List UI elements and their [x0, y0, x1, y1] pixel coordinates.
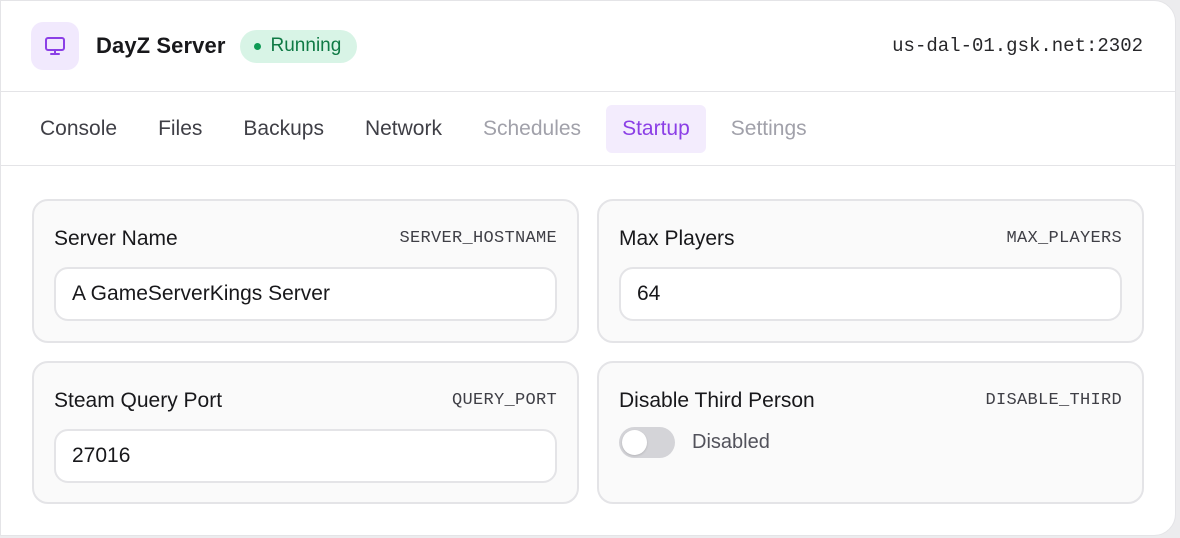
- server-name-input[interactable]: [54, 267, 557, 321]
- tab-network[interactable]: Network: [349, 105, 458, 153]
- server-name-card: Server Name SERVER_HOSTNAME: [32, 199, 579, 343]
- status-dot-icon: [253, 42, 261, 50]
- card-title: Steam Query Port: [54, 388, 223, 412]
- page-title: DayZ Server: [96, 33, 226, 58]
- server-window: DayZ Server Running us-dal-01.gsk.net:23…: [0, 0, 1176, 536]
- max-players-input[interactable]: [619, 267, 1122, 321]
- tab-schedules[interactable]: Schedules: [467, 105, 597, 153]
- server-address: us-dal-01.gsk.net:2302: [892, 35, 1143, 57]
- query-port-input[interactable]: [54, 429, 557, 483]
- status-badge: Running: [239, 29, 358, 63]
- tab-settings[interactable]: Settings: [715, 105, 823, 153]
- card-title: Disable Third Person: [619, 388, 815, 412]
- max-players-card: Max Players MAX_PLAYERS: [597, 199, 1144, 343]
- tab-bar: Console Files Backups Network Schedules …: [1, 92, 1175, 166]
- variable-name: QUERY_PORT: [451, 391, 557, 410]
- disable-third-person-card: Disable Third Person DISABLE_THIRD Disab…: [597, 361, 1144, 504]
- status-text: Running: [270, 35, 342, 56]
- toggle-row: Disabled: [619, 427, 1122, 458]
- server-header: DayZ Server Running us-dal-01.gsk.net:23…: [1, 1, 1175, 92]
- variable-name: MAX_PLAYERS: [1006, 229, 1122, 248]
- monitor-icon: [31, 22, 79, 70]
- variable-name: SERVER_HOSTNAME: [399, 229, 557, 248]
- variable-name: DISABLE_THIRD: [985, 391, 1122, 410]
- tab-console[interactable]: Console: [24, 105, 133, 153]
- startup-variables: Server Name SERVER_HOSTNAME Max Players …: [1, 166, 1175, 504]
- card-title: Server Name: [54, 226, 178, 250]
- disable-third-person-toggle[interactable]: [619, 427, 675, 458]
- toggle-state-label: Disabled: [692, 431, 770, 453]
- toggle-knob: [622, 430, 647, 455]
- card-title: Max Players: [619, 226, 735, 250]
- query-port-card: Steam Query Port QUERY_PORT: [32, 361, 579, 504]
- tab-backups[interactable]: Backups: [227, 105, 340, 153]
- tab-startup[interactable]: Startup: [606, 104, 706, 153]
- tab-files[interactable]: Files: [142, 105, 218, 153]
